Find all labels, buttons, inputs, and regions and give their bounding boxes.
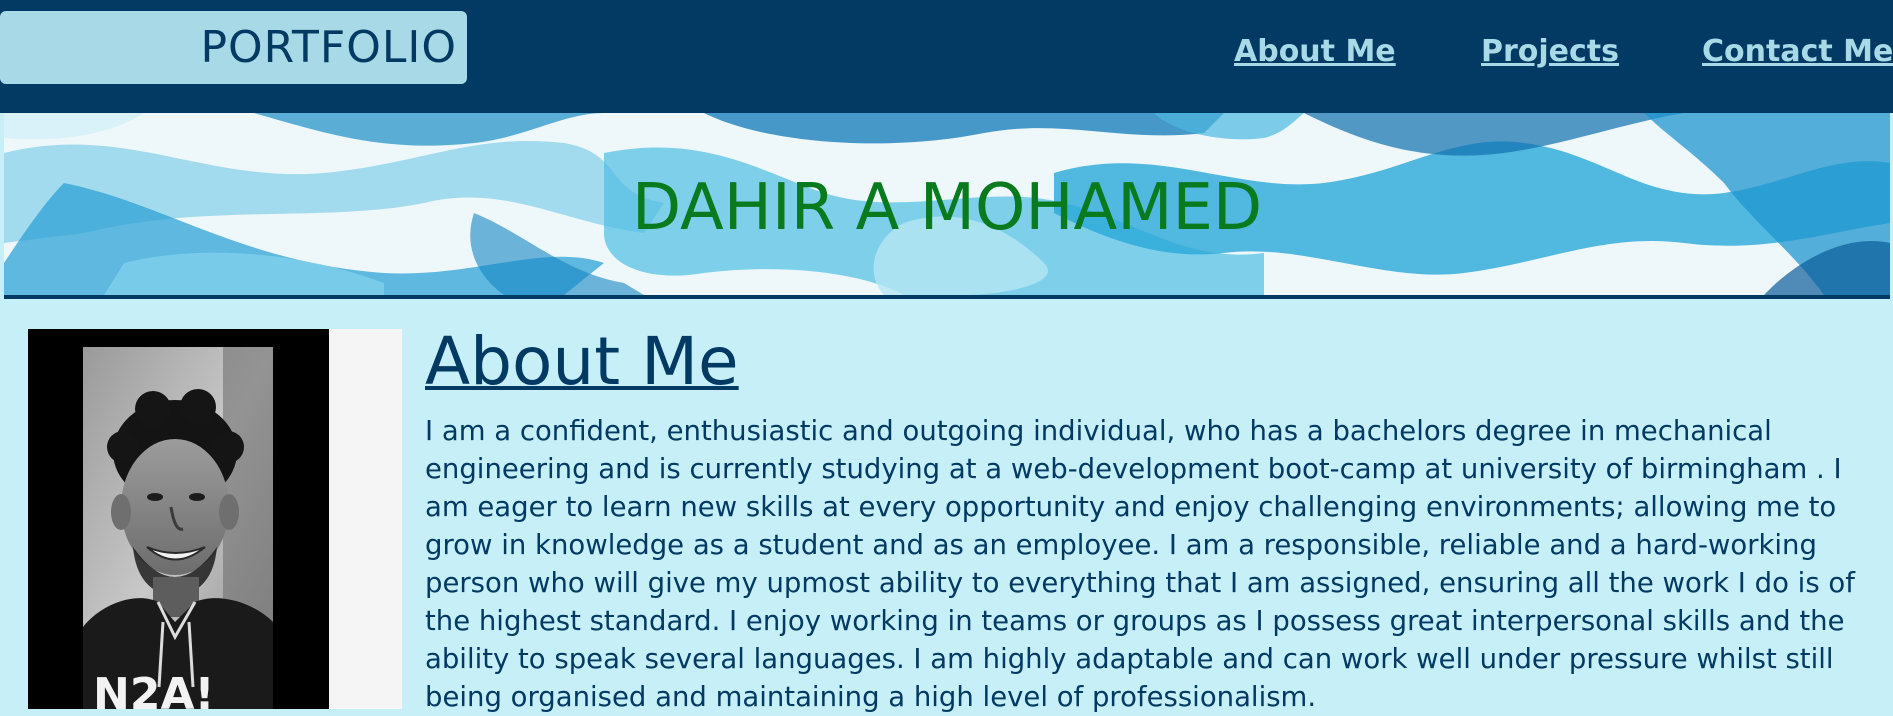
about-me-paragraph: I am a confident, enthusiastic and outgo… [425, 415, 1855, 713]
about-me-heading: About Me [425, 323, 739, 400]
logo-text: PORTFOLIO [200, 22, 457, 73]
photo-side-panel [329, 329, 402, 709]
nav-link-about-me[interactable]: About Me [1234, 34, 1396, 69]
nav-link-contact-me[interactable]: Contact Me [1702, 34, 1893, 69]
hero-name-title: DAHIR A MOHAMED [631, 171, 1263, 245]
svg-text:N2A!: N2A! [93, 669, 215, 709]
top-navbar: PORTFOLIO About Me Projects Contact Me [0, 0, 1893, 113]
hero-banner: DAHIR A MOHAMED [4, 113, 1890, 299]
profile-photo: N2A! [83, 347, 273, 709]
nav-link-projects[interactable]: Projects [1481, 34, 1619, 69]
profile-photo-image: N2A! [83, 347, 273, 709]
portfolio-logo[interactable]: PORTFOLIO [0, 11, 467, 84]
